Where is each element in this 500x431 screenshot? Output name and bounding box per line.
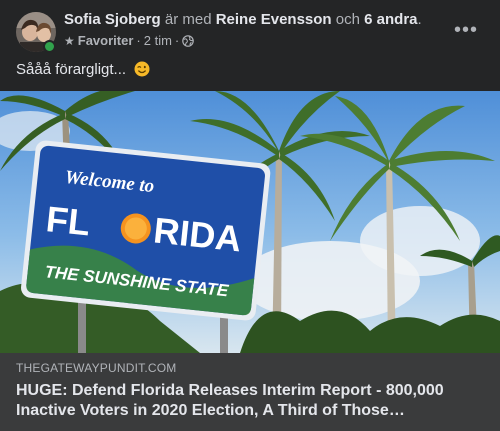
with-text: är med <box>164 11 212 28</box>
author-name[interactable]: Sofia Sjoberg <box>64 11 161 28</box>
post-meta: ★ Favoriter · 2 tim · <box>64 33 195 49</box>
globe-icon <box>182 35 195 47</box>
link-title[interactable]: HUGE: Defend Florida Releases Interim Re… <box>16 381 486 421</box>
more-options-button[interactable]: ••• <box>448 18 484 42</box>
online-status-dot <box>43 40 56 53</box>
sign-state-left: FL <box>44 198 92 243</box>
link-preview-footer[interactable]: THEGATEWAYPUNDIT.COM HUGE: Defend Florid… <box>0 353 500 431</box>
winking-face-emoji-icon <box>134 61 150 77</box>
and-text: och <box>335 11 360 28</box>
post-header-line: Sofia Sjoberg är med Reine Evensson och … <box>64 11 422 29</box>
post-time[interactable]: 2 tim <box>144 33 172 49</box>
star-icon: ★ <box>64 34 75 48</box>
others-link[interactable]: 6 andra <box>364 11 417 28</box>
period-text: . <box>417 11 422 28</box>
post-message: Sååå förargligt... <box>16 61 127 78</box>
meta-separator-2: · <box>174 33 180 48</box>
link-preview-image[interactable]: Welcome to FL RIDA THE SUNSHINE STATE <box>0 91 500 353</box>
audience-label[interactable]: Favoriter <box>78 33 134 49</box>
post-header: Sofia Sjoberg är med Reine Evensson och … <box>0 0 500 58</box>
link-domain: THEGATEWAYPUNDIT.COM <box>16 361 177 375</box>
tagged-person[interactable]: Reine Evensson <box>216 11 332 28</box>
post-text: Sååå förargligt... <box>16 60 150 80</box>
meta-separator: · <box>136 33 141 48</box>
